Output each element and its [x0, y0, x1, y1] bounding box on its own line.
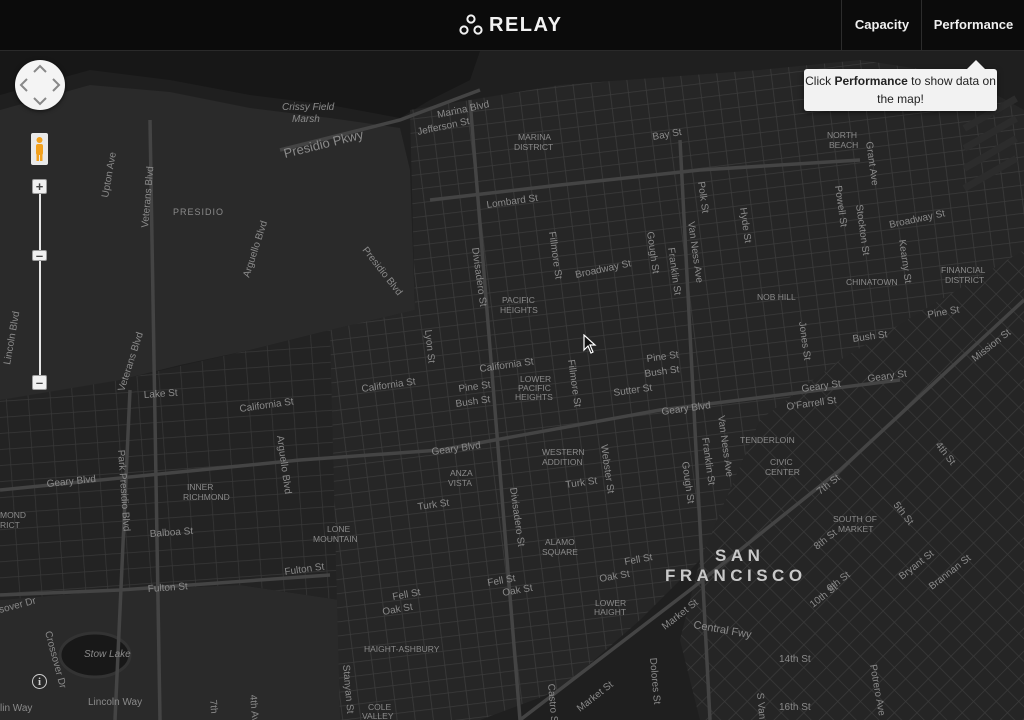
- label-nob-hill: NOB HILL: [757, 292, 796, 302]
- nav-performance-button[interactable]: Performance: [921, 0, 1024, 50]
- city-label-line1: SAN: [715, 546, 764, 565]
- label-western2: ADDITION: [542, 457, 583, 467]
- label-richmond: MOND: [0, 510, 26, 520]
- info-icon[interactable]: i: [32, 674, 47, 689]
- label-lone-mountain2: MOUNTAIN: [313, 534, 358, 544]
- top-bar: RELAY Capacity Performance: [0, 0, 1024, 51]
- mouse-cursor-icon: [583, 334, 597, 354]
- label-financial2: DISTRICT: [945, 275, 984, 285]
- label-chinatown: CHINATOWN: [846, 277, 898, 287]
- label-lower-pacific3: HEIGHTS: [515, 392, 553, 402]
- label-anza: ANZA: [450, 468, 473, 478]
- nav-capacity-button[interactable]: Capacity: [841, 0, 922, 50]
- label-alamo: ALAMO: [545, 537, 575, 547]
- label-lincoln-way2: lin Way: [0, 703, 32, 714]
- label-financial: FINANCIAL: [941, 265, 986, 275]
- label-marina2: DISTRICT: [514, 142, 553, 152]
- label-western: WESTERN: [542, 447, 585, 457]
- label-north-beach2: BEACH: [829, 140, 858, 150]
- label-civic2: CENTER: [765, 467, 800, 477]
- label-crissy: Crissy Field: [282, 102, 335, 113]
- relay-logo-icon: [459, 14, 483, 35]
- label-pacific-heights: PACIFIC: [502, 295, 535, 305]
- label-presidio: PRESIDIO: [173, 207, 224, 217]
- zoom-out-button[interactable]: –: [32, 375, 47, 390]
- label-inner-richmond2: RICHMOND: [183, 492, 230, 502]
- label-16th: 16th St: [779, 702, 811, 713]
- label-cole-valley2: VALLEY: [362, 711, 394, 720]
- label-lower-haight2: HAIGHT: [594, 607, 626, 617]
- pan-control[interactable]: [15, 60, 65, 110]
- label-anza2: VISTA: [448, 478, 472, 488]
- pan-arrows-icon: [19, 64, 61, 106]
- street-view-pegman-icon[interactable]: [31, 133, 48, 165]
- label-inner-richmond: INNER: [187, 482, 213, 492]
- zoom-slider-track[interactable]: [39, 190, 41, 382]
- label-tenderloin: TENDERLOIN: [740, 435, 795, 445]
- zoom-slider-handle[interactable]: –: [32, 249, 47, 262]
- relay-logo[interactable]: RELAY: [459, 12, 562, 38]
- city-label-line2: FRANCISCO: [665, 566, 807, 585]
- label-soma: SOUTH OF: [833, 514, 877, 524]
- brand-name: RELAY: [489, 13, 563, 36]
- zoom-in-button[interactable]: +: [32, 179, 47, 194]
- label-s-van: S Van: [754, 692, 767, 719]
- map-canvas[interactable]: Crissy Field Marsh Presidio Pkwy PRESIDI…: [0, 51, 1024, 720]
- label-alamo2: SQUARE: [542, 547, 578, 557]
- label-soma2: MARKET: [838, 524, 873, 534]
- tooltip-strong: Performance: [834, 74, 908, 88]
- label-14th: 14th St: [779, 654, 811, 665]
- label-marina: MARINA: [518, 132, 551, 142]
- label-richmond2: RICT: [0, 520, 20, 530]
- performance-hint-tooltip: Click Performance to show data on the ma…: [804, 60, 997, 111]
- label-pacific-heights2: HEIGHTS: [500, 305, 538, 315]
- label-stow-lake: Stow Lake: [84, 649, 131, 660]
- label-4th-b: 4th Ave: [247, 694, 261, 720]
- tooltip-prefix: Click: [805, 74, 835, 88]
- label-haight-ashbury: HAIGHT-ASHBURY: [364, 644, 440, 654]
- label-lincoln-way: Lincoln Way: [88, 697, 142, 708]
- label-lone-mountain: LONE: [327, 524, 350, 534]
- label-crissy2: Marsh: [292, 114, 320, 125]
- label-north-beach: NORTH: [827, 130, 857, 140]
- label-7th-b: 7th: [207, 699, 219, 714]
- label-civic: CIVIC: [770, 457, 793, 467]
